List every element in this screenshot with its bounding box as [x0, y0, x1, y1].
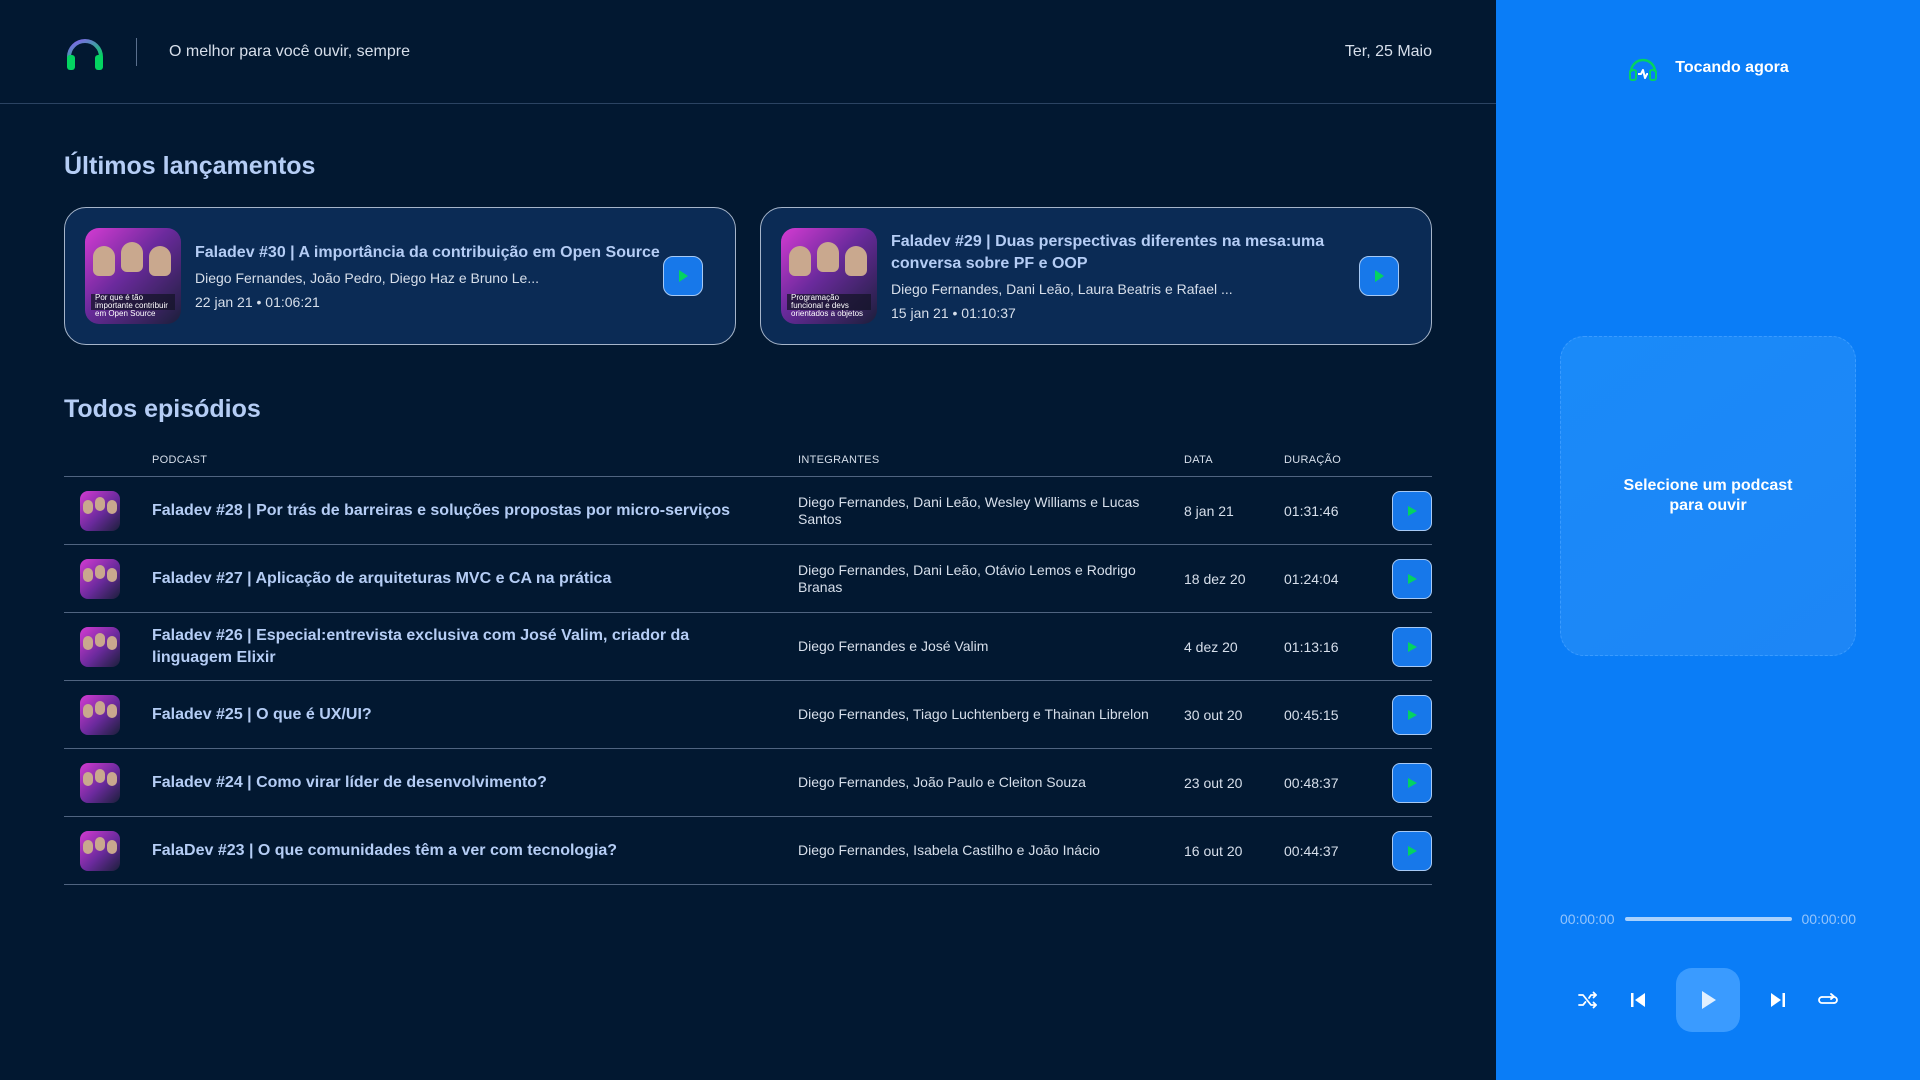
episode-title[interactable]: Faladev #24 | Como virar líder de desenv…	[152, 748, 798, 817]
table-header-row: PODCAST INTEGRANTES DATA DURAÇÃO	[64, 454, 1432, 477]
table-row[interactable]: Faladev #26 | Especial:entrevista exclus…	[64, 612, 1432, 681]
episode-duration: 00:48:37	[1284, 748, 1374, 817]
main-content: O melhor para você ouvir, sempre Ter, 25…	[0, 0, 1496, 1080]
episode-duration: 01:13:16	[1284, 612, 1374, 681]
episode-title[interactable]: Faladev #25 | O que é UX/UI?	[152, 680, 798, 749]
episode-meta: 15 jan 21 • 01:10:37	[891, 305, 1016, 321]
episode-duration: 01:24:04	[1284, 544, 1374, 613]
headphones-logo-icon[interactable]	[64, 31, 106, 73]
episode-members: Diego Fernandes, Tiago Luchtenberg e Tha…	[798, 680, 1184, 749]
latest-episode-card[interactable]: Por que é tão importante contribuir em O…	[64, 207, 736, 345]
previous-button[interactable]	[1626, 988, 1650, 1012]
progress-area: 00:00:00 00:00:00	[1560, 911, 1856, 927]
empty-player-message: Selecione um podcast para ouvir	[1623, 477, 1793, 514]
episode-members: Diego Fernandes, Dani Leão, Wesley Willi…	[798, 476, 1184, 545]
column-header-duration: DURAÇÃO	[1284, 454, 1374, 477]
episode-title[interactable]: FalaDev #23 | O que comunidades têm a ve…	[152, 816, 798, 885]
episode-members: Diego Fernandes, Dani Leão, Laura Beatri…	[891, 281, 1233, 297]
play-button[interactable]	[1392, 830, 1432, 871]
play-icon	[1408, 777, 1417, 788]
play-icon	[1408, 641, 1417, 652]
all-episodes-title: Todos episódios	[64, 395, 261, 423]
table-row[interactable]: Faladev #27 | Aplicação de arquiteturas …	[64, 544, 1432, 613]
play-button[interactable]	[1392, 762, 1432, 803]
episode-thumbnail	[80, 490, 120, 531]
next-button[interactable]	[1766, 988, 1790, 1012]
table-row[interactable]: Faladev #28 | Por trás de barreiras e so…	[64, 476, 1432, 545]
episode-date: 23 out 20	[1184, 748, 1284, 817]
latest-section-title: Últimos lançamentos	[64, 152, 316, 180]
episode-thumbnail	[80, 762, 120, 803]
play-icon	[1408, 709, 1417, 720]
now-playing-icon	[1629, 58, 1658, 81]
episode-thumbnail	[80, 830, 120, 871]
episode-meta: 22 jan 21 • 01:06:21	[195, 294, 320, 310]
progress-slider[interactable]	[1624, 917, 1792, 921]
play-button[interactable]	[1359, 256, 1399, 296]
play-icon	[1408, 573, 1417, 584]
current-date: Ter, 25 Maio	[1344, 42, 1432, 60]
episode-title[interactable]: Faladev #30 | A importância da contribui…	[195, 242, 663, 264]
episode-title[interactable]: Faladev #28 | Por trás de barreiras e so…	[152, 476, 798, 545]
episode-members: Diego Fernandes, João Paulo e Cleiton So…	[798, 748, 1184, 817]
slogan: O melhor para você ouvir, sempre	[169, 42, 410, 60]
shuffle-button[interactable]	[1576, 988, 1600, 1012]
episode-duration: 01:31:46	[1284, 476, 1374, 545]
player-panel: Tocando agora Selecione um podcast para …	[1496, 0, 1920, 1080]
play-pause-button[interactable]	[1676, 968, 1740, 1032]
play-icon	[679, 270, 688, 282]
player-controls	[1576, 968, 1840, 1032]
episode-members: Diego Fernandes, João Pedro, Diego Haz e…	[195, 270, 539, 286]
episode-title[interactable]: Faladev #26 | Especial:entrevista exclus…	[152, 612, 798, 681]
repeat-icon	[1818, 993, 1838, 1004]
play-button[interactable]	[663, 256, 703, 296]
episode-date: 18 dez 20	[1184, 544, 1284, 613]
play-icon	[1408, 845, 1417, 856]
episode-duration: 00:44:37	[1284, 816, 1374, 885]
play-button[interactable]	[1392, 490, 1432, 531]
column-header-podcast: PODCAST	[152, 454, 798, 477]
column-header-date: DATA	[1184, 454, 1284, 477]
episode-title[interactable]: Faladev #29 | Duas perspectivas diferent…	[891, 231, 1359, 275]
shuffle-icon	[1578, 991, 1597, 1009]
episode-thumbnail: Programação funcional e devs orientados …	[781, 228, 877, 324]
repeat-button[interactable]	[1816, 988, 1840, 1012]
table-row[interactable]: FalaDev #23 | O que comunidades têm a ve…	[64, 816, 1432, 885]
table-row[interactable]: Faladev #25 | O que é UX/UI? Diego Fernan…	[64, 680, 1432, 749]
episodes-table: PODCAST INTEGRANTES DATA DURAÇÃO Faladev…	[64, 454, 1432, 885]
episode-title[interactable]: Faladev #27 | Aplicação de arquiteturas …	[152, 544, 798, 613]
episode-thumbnail	[80, 558, 120, 599]
episode-members: Diego Fernandes e José Valim	[798, 612, 1184, 681]
previous-icon	[1631, 993, 1645, 1007]
episode-thumbnail	[80, 626, 120, 667]
latest-episode-card[interactable]: Programação funcional e devs orientados …	[760, 207, 1432, 345]
latest-episodes: Por que é tão importante contribuir em O…	[64, 207, 1432, 345]
next-icon	[1771, 993, 1785, 1007]
player-title: Tocando agora	[1675, 59, 1789, 76]
table-row[interactable]: Faladev #24 | Como virar líder de desenv…	[64, 748, 1432, 817]
episode-thumbnail: Por que é tão importante contribuir em O…	[85, 228, 181, 324]
episode-date: 30 out 20	[1184, 680, 1284, 749]
episode-date: 4 dez 20	[1184, 612, 1284, 681]
episode-date: 8 jan 21	[1184, 476, 1284, 545]
play-button[interactable]	[1392, 626, 1432, 667]
play-button[interactable]	[1392, 694, 1432, 735]
thumbnail-caption: Por que é tão importante contribuir em O…	[91, 294, 175, 318]
play-icon	[1375, 270, 1384, 282]
play-button[interactable]	[1392, 558, 1432, 599]
episode-date: 16 out 20	[1184, 816, 1284, 885]
column-header-members: INTEGRANTES	[798, 454, 1184, 477]
header-divider	[136, 37, 137, 66]
current-time: 00:00:00	[1560, 911, 1615, 927]
play-icon	[1702, 991, 1716, 1009]
top-header: O melhor para você ouvir, sempre Ter, 25…	[0, 0, 1496, 104]
empty-player-placeholder: Selecione um podcast para ouvir	[1560, 336, 1856, 656]
episode-members: Diego Fernandes, Isabela Castilho e João…	[798, 816, 1184, 885]
total-time: 00:00:00	[1801, 911, 1857, 927]
episode-thumbnail	[80, 694, 120, 735]
thumbnail-caption: Programação funcional e devs orientados …	[787, 294, 871, 318]
episode-duration: 00:45:15	[1284, 680, 1374, 749]
episode-members: Diego Fernandes, Dani Leão, Otávio Lemos…	[798, 544, 1184, 613]
play-icon	[1408, 505, 1417, 516]
